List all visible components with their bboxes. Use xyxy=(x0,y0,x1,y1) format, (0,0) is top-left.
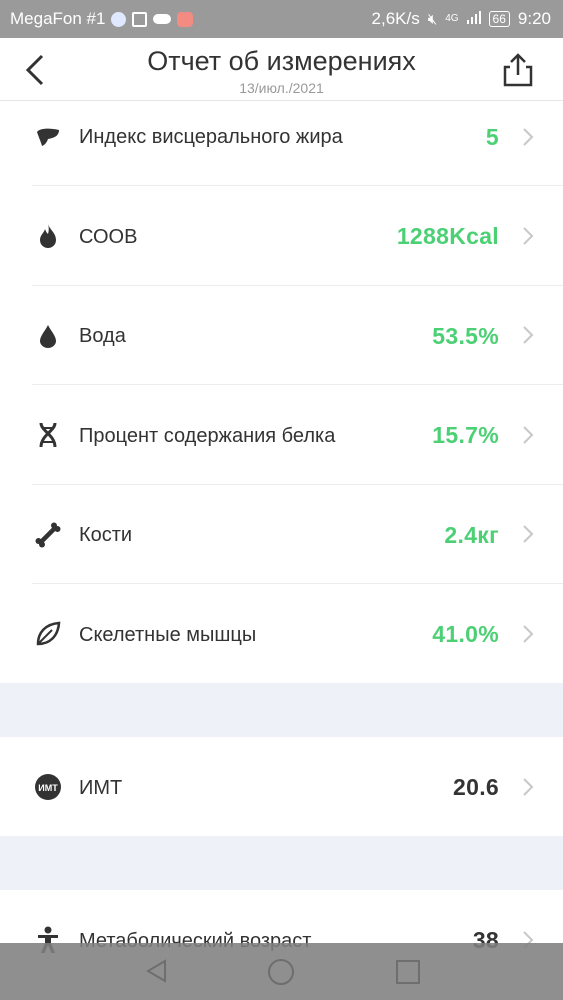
flame-icon xyxy=(34,222,62,250)
status-bar: MegaFon #1 2,6K/s 🔇︎ 4G 66 9:20 xyxy=(0,0,563,38)
metric-label: СООВ xyxy=(79,226,138,248)
bone-icon xyxy=(34,521,62,549)
dna-icon xyxy=(34,421,62,449)
metric-label: ИМТ xyxy=(79,777,123,799)
cloud-icon xyxy=(153,14,172,24)
nav-home-icon[interactable] xyxy=(268,959,294,985)
chevron-right-icon xyxy=(521,126,535,148)
network-type: 4G xyxy=(445,13,459,24)
nav-recent-apps-icon[interactable] xyxy=(396,960,420,984)
vpn-icon xyxy=(111,11,127,27)
carrier-name: MegaFon #1 xyxy=(10,9,106,28)
network-speed: 2,6K/s xyxy=(371,9,420,28)
svg-text:ИМТ: ИМТ xyxy=(38,783,58,793)
metric-label: Скелетные мышцы xyxy=(79,624,257,646)
visceral-fat-icon xyxy=(34,124,62,152)
bmi-icon: ИМТ xyxy=(34,773,62,801)
chevron-right-icon xyxy=(521,523,535,545)
metric-value: 20.6 xyxy=(453,774,499,800)
metric-row-protein[interactable]: Процент содержания белка 15.7% xyxy=(0,385,563,484)
leaf-icon xyxy=(34,620,62,648)
chevron-right-icon xyxy=(521,623,535,645)
share-icon[interactable] xyxy=(501,51,535,89)
metric-row-visceral-fat[interactable]: Индекс висцерального жира 5 xyxy=(0,101,563,186)
section-gap xyxy=(0,836,563,890)
calendar-icon xyxy=(132,11,148,27)
metric-row-bmi[interactable]: ИМТ ИМТ 20.6 xyxy=(0,737,563,836)
app-header: Отчет об измерениях 13/июл./2021 xyxy=(0,38,563,101)
metric-row-skeletal-muscle[interactable]: Скелетные мышцы 41.0% xyxy=(0,584,563,683)
metric-row-bones[interactable]: Кости 2.4кг xyxy=(0,485,563,583)
clock: 9:20 xyxy=(517,9,551,28)
metric-label: Индекс висцерального жира xyxy=(79,126,343,148)
metric-label: Кости xyxy=(79,524,133,546)
metric-value: 1288Kcal xyxy=(396,223,499,249)
metric-value: 5 xyxy=(485,124,499,150)
system-nav-bar xyxy=(0,943,563,1000)
metric-value: 41.0% xyxy=(432,621,499,647)
metric-row-water[interactable]: Вода 53.5% xyxy=(0,286,563,384)
section-gap xyxy=(0,683,563,737)
water-drop-icon xyxy=(34,322,62,350)
chevron-right-icon xyxy=(521,776,535,798)
metric-value: 2.4кг xyxy=(444,522,499,548)
measurement-date: 13/июл./2021 xyxy=(239,80,324,96)
chevron-right-icon xyxy=(521,225,535,247)
mute-icon: 🔇︎ xyxy=(427,10,438,28)
page-title: Отчет об измерениях xyxy=(147,46,416,76)
chevron-right-icon xyxy=(521,424,535,446)
metric-label: Вода xyxy=(79,325,126,347)
nav-back-icon[interactable] xyxy=(145,959,169,988)
chevron-right-icon xyxy=(521,324,535,346)
battery-level: 66 xyxy=(488,11,510,27)
metric-row-bmr[interactable]: СООВ 1288Kcal xyxy=(0,186,563,285)
metric-label: Процент содержания белка xyxy=(79,425,336,447)
signal-icon xyxy=(466,9,481,29)
metric-value: 53.5% xyxy=(432,323,499,349)
metric-value: 15.7% xyxy=(432,422,499,448)
mail-icon xyxy=(177,11,194,27)
